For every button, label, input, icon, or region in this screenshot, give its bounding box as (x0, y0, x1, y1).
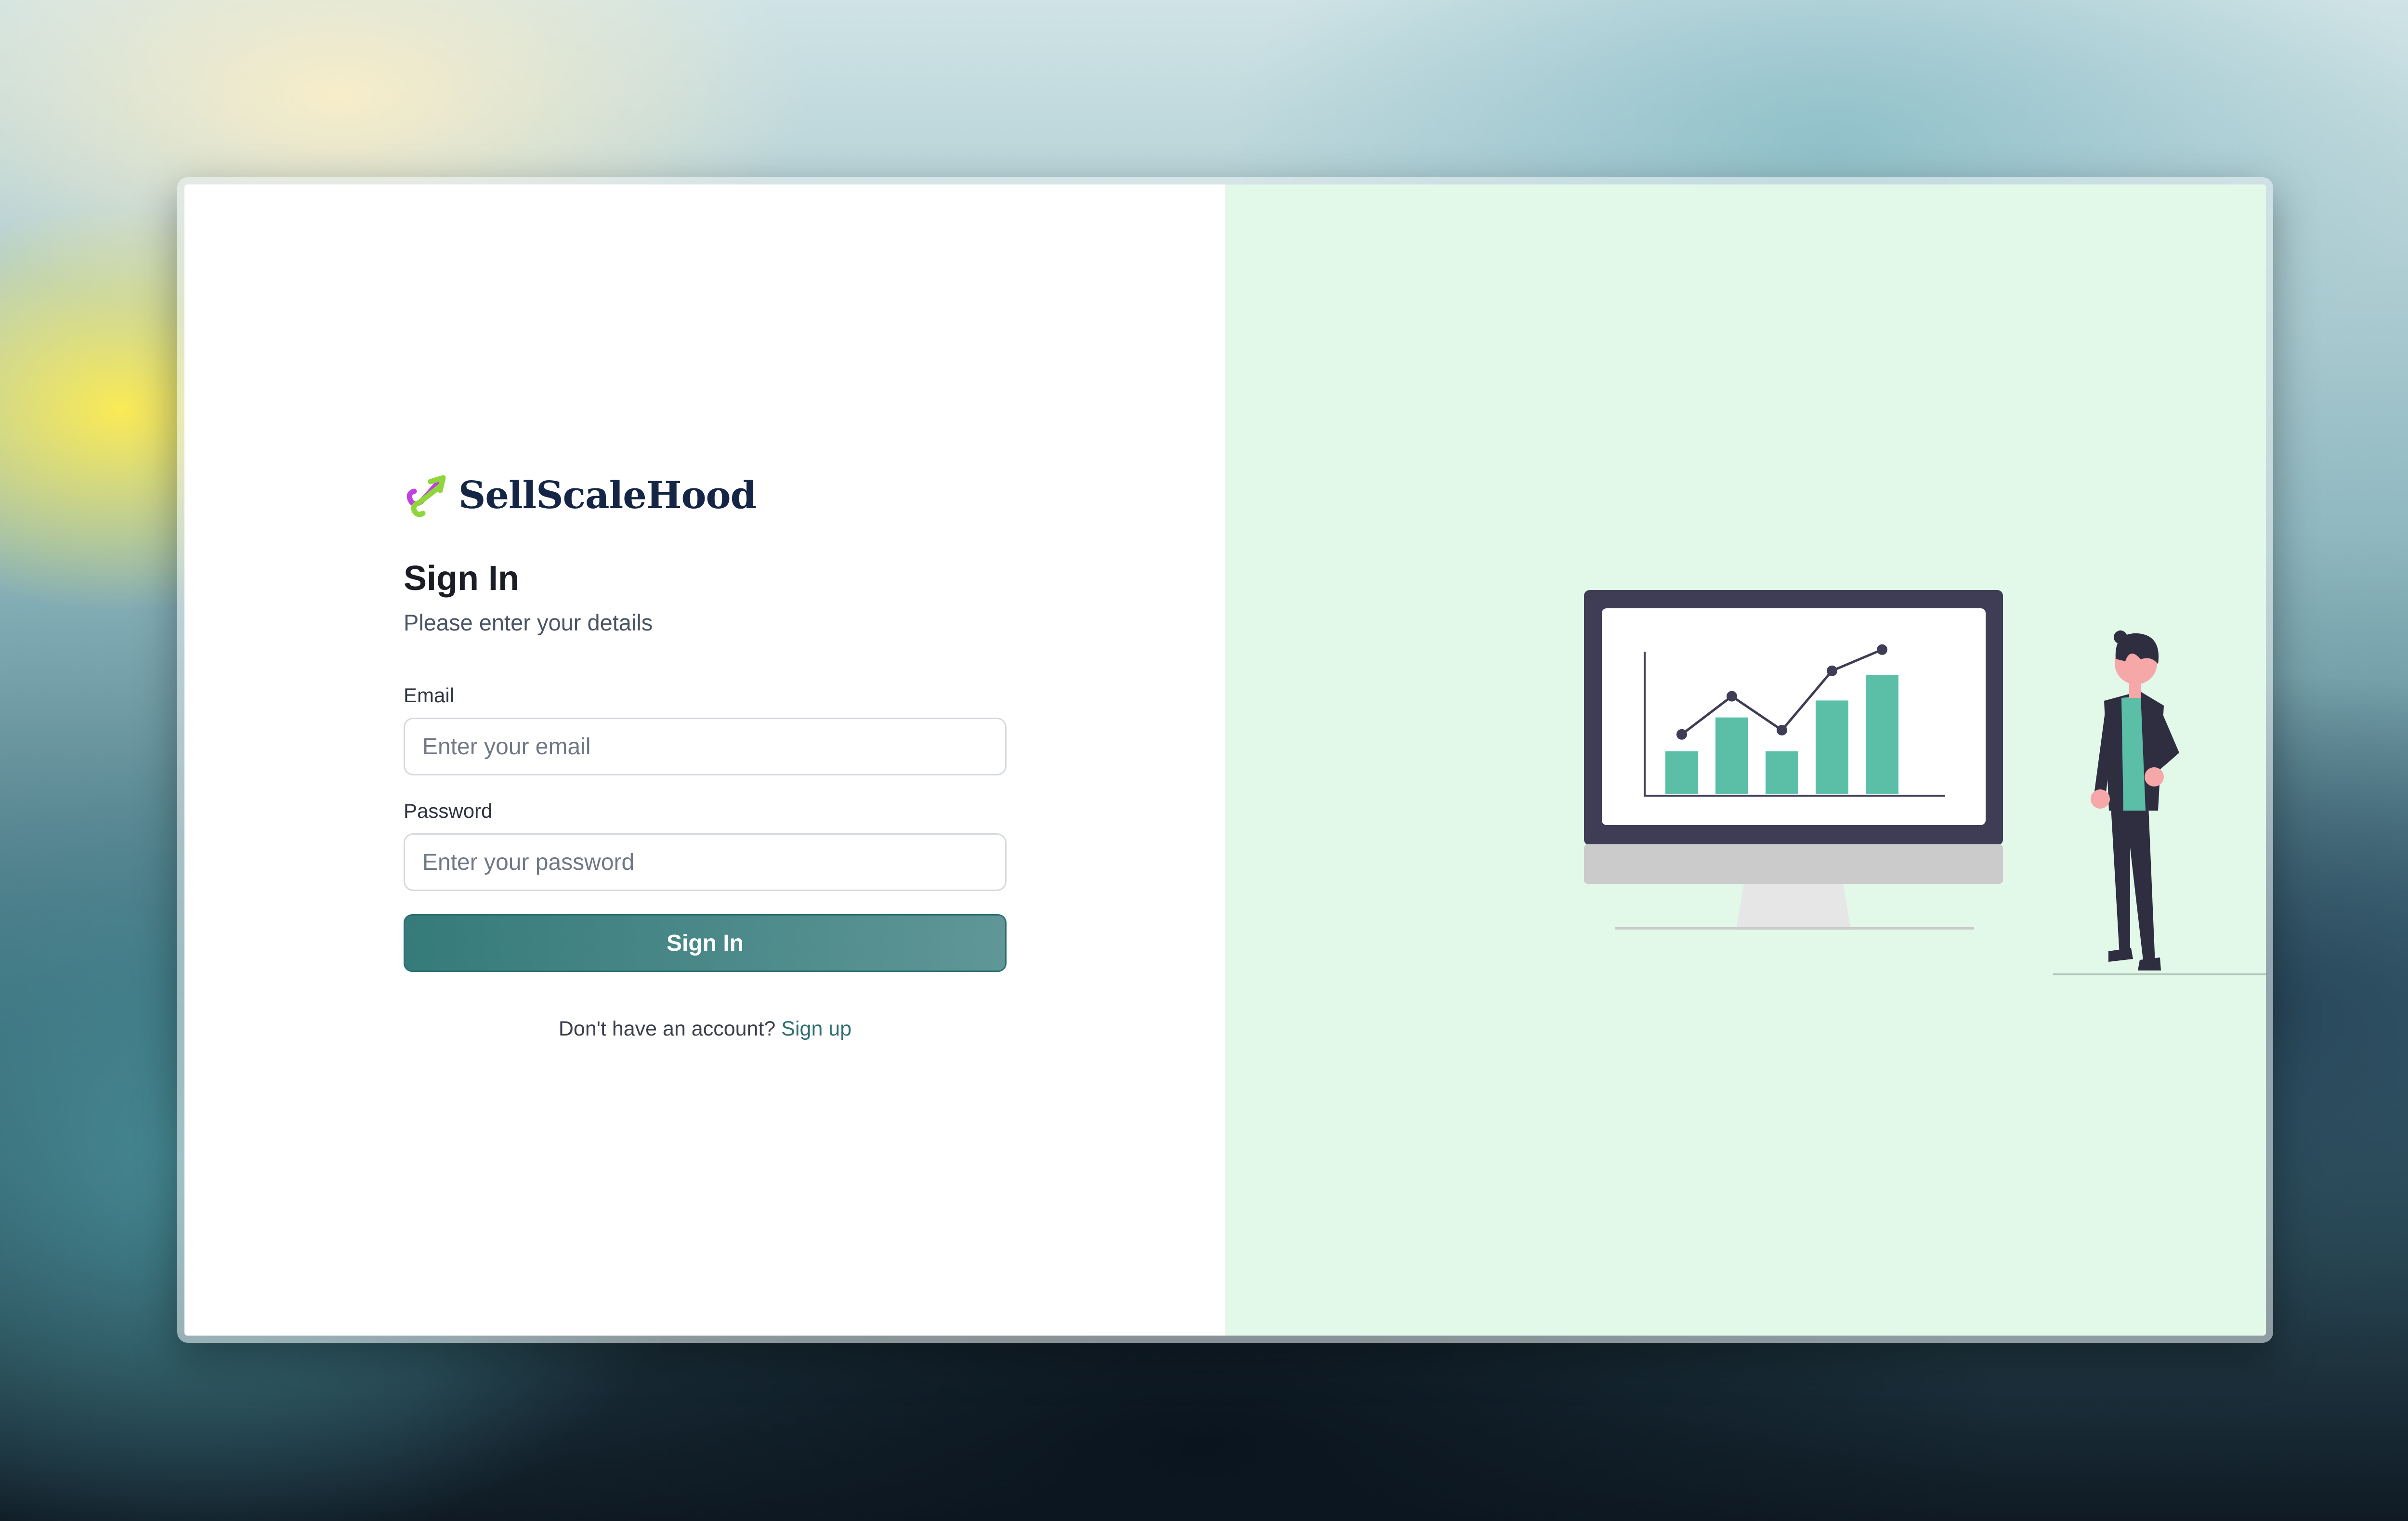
signin-form: SellScaleHood Sign In Please enter your … (404, 469, 1007, 1041)
chart-point (1777, 725, 1787, 735)
brand-name: SellScaleHood (458, 473, 757, 517)
chart-bar (1816, 700, 1848, 794)
chart-point (1727, 691, 1737, 702)
page-subtitle: Please enter your details (404, 610, 653, 635)
password-field[interactable] (404, 833, 1007, 891)
analytics-presenter-illustration (1584, 590, 2266, 975)
chart-bar (1665, 751, 1698, 794)
chart-point (1877, 644, 1887, 655)
signin-button[interactable]: Sign In (404, 914, 1007, 972)
chart-bar (1715, 717, 1748, 794)
chart-bar (1766, 751, 1798, 794)
no-account-text: Don't have an account? (558, 1017, 776, 1040)
floor-line (2053, 973, 2266, 975)
chart-point (1827, 665, 1837, 676)
person-icon (2091, 630, 2179, 970)
app-window: SellScaleHood Sign In Please enter your … (177, 177, 2273, 1343)
brand: SellScaleHood (404, 469, 1007, 522)
window-content: SellScaleHood Sign In Please enter your … (184, 184, 2266, 1336)
email-label: Email (404, 684, 455, 707)
signup-link[interactable]: Sign up (781, 1017, 851, 1040)
signin-pane: SellScaleHood Sign In Please enter your … (184, 184, 1225, 1336)
illustration-pane (1225, 184, 2266, 1336)
password-label: Password (404, 800, 493, 822)
signup-prompt: Don't have an account? Sign up (404, 1017, 1007, 1041)
arrow-loop-logo-icon (406, 475, 446, 517)
page-title: Sign In (404, 559, 519, 598)
email-field[interactable] (404, 718, 1007, 775)
chart-bar (1866, 675, 1898, 794)
chart-point (1676, 729, 1687, 740)
